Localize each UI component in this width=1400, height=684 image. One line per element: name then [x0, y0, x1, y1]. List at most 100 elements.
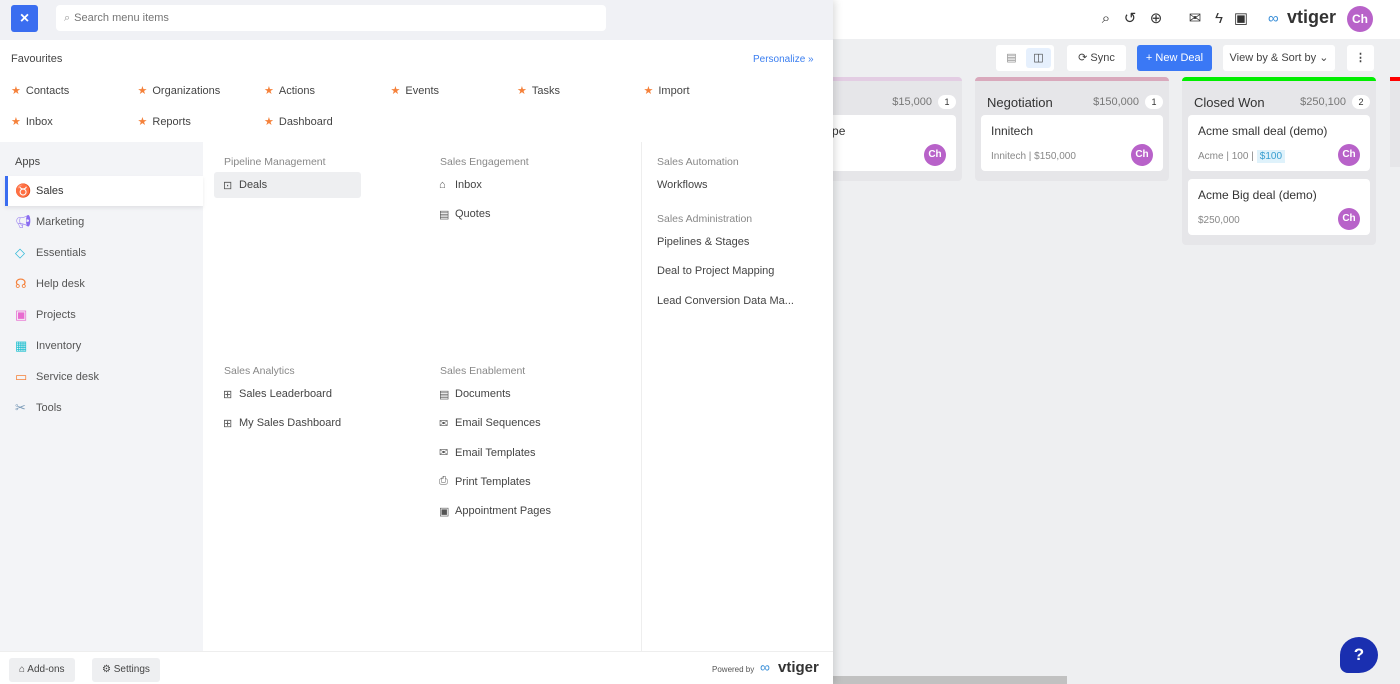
app-item-essentials[interactable]: ◇ Essentials	[5, 238, 203, 268]
owner-avatar[interactable]: Ch	[1338, 144, 1360, 166]
menu-item[interactable]: Workflows	[647, 172, 822, 198]
menu-item[interactable]: Deal to Project Mapping	[647, 258, 822, 284]
history-icon[interactable]: ↺	[1121, 10, 1139, 28]
deal-amount-tag: $100	[1256, 150, 1286, 163]
favourite-item[interactable]: ★ Events	[391, 84, 517, 98]
menu-item[interactable]: ⎙ Print Templates	[430, 469, 605, 495]
settings-button[interactable]: ⚙ Settings	[92, 658, 160, 682]
app-label: Inventory	[36, 340, 82, 352]
owner-avatar[interactable]: Ch	[1131, 144, 1153, 166]
search-menu-input[interactable]	[74, 12, 575, 24]
menu-item[interactable]: ⊡ Deals	[214, 172, 361, 198]
favourite-item[interactable]: ★ Dashboard	[264, 115, 390, 129]
app-item-marketing[interactable]: 📢︎ Marketing	[5, 207, 203, 237]
app-label: Marketing	[36, 216, 85, 228]
deal-card[interactable]: Acme Big deal (demo) $250,000 Ch	[1188, 179, 1370, 235]
app-item-inventory[interactable]: ▦ Inventory	[5, 331, 203, 361]
more-options-icon[interactable]: ⋮	[1347, 45, 1374, 71]
menu-item-label: Appointment Pages	[455, 505, 552, 518]
user-avatar[interactable]: Ch	[1347, 6, 1373, 32]
menu-item-label: Deals	[239, 179, 268, 191]
favourite-item[interactable]: ★ Organizations	[137, 84, 264, 98]
menu-item[interactable]: ✉ Email Sequences	[430, 410, 605, 436]
powered-by-label: Powered by	[712, 665, 755, 674]
deal-meta-text: Innitech | $150,000	[991, 151, 1076, 162]
column-title: Closed Won	[1194, 94, 1265, 110]
menu-item[interactable]: ⊞ My Sales Dashboard	[214, 410, 389, 436]
menu-item[interactable]: ⊞ Sales Leaderboard	[214, 381, 389, 407]
favourite-item[interactable]: ★ Actions	[264, 84, 390, 98]
favourite-label: Dashboard	[278, 115, 333, 128]
favourite-item[interactable]: ★ Tasks	[517, 84, 643, 98]
app-item-tools[interactable]: ✂ Tools	[5, 393, 203, 423]
inbox-icon[interactable]: ✉	[1186, 10, 1204, 28]
app-item-help-desk[interactable]: ☊ Help desk	[5, 269, 203, 299]
list-view-icon[interactable]: ▤	[999, 48, 1024, 68]
search-icon[interactable]: ⌕	[1097, 10, 1115, 28]
star-icon: ★	[137, 85, 148, 97]
tools-icon: ✂	[15, 400, 26, 415]
headset-icon: ☊	[15, 276, 27, 291]
search-icon: ⌕	[64, 11, 71, 24]
sync-button[interactable]: ⟳ Sync	[1067, 45, 1126, 71]
favourite-label: Tasks	[531, 84, 560, 97]
menu-item[interactable]: Lead Conversion Data Ma...	[647, 288, 822, 314]
deal-meta: Innitech | $150,000	[991, 151, 1076, 162]
menu-item-label: Email Templates	[455, 446, 536, 459]
briefcase-icon: ▣	[15, 307, 28, 322]
vtiger-logo-icon: ∞	[760, 659, 770, 675]
inbox-icon: ⌂	[439, 179, 446, 191]
addons-button[interactable]: ⌂ Add-ons	[9, 658, 75, 682]
new-deal-button[interactable]: + New Deal	[1137, 45, 1212, 71]
view-sort-dropdown[interactable]: View by & Sort by ⌄	[1223, 45, 1335, 71]
menu-item[interactable]: ⌂ Inbox	[430, 172, 605, 198]
menu-header: × ⌕	[0, 0, 833, 40]
deal-card[interactable]: Acme small deal (demo) Acme | 100 | $100 Ch	[1188, 115, 1370, 171]
section-title: Sales Enablement	[440, 365, 526, 377]
lightning-icon[interactable]: ϟ	[1210, 10, 1228, 28]
apps-title: Apps	[15, 156, 41, 168]
favourite-item[interactable]: ★ Inbox	[11, 115, 137, 129]
menu-item-label: Print Templates	[455, 475, 531, 488]
column-header: Negotiation $150,000 1	[975, 81, 1169, 115]
briefcase-icon: ⊡	[223, 179, 233, 192]
view-toggle: ▤ ◫	[996, 45, 1054, 71]
personalize-link[interactable]: Personalize »	[753, 54, 814, 65]
favourite-item[interactable]: ★ Import	[644, 84, 770, 98]
menu-item-label: Inbox	[455, 179, 482, 191]
menu-item-label: Pipelines & Stages	[657, 236, 750, 248]
column-count-badge: 2	[1352, 95, 1370, 109]
menu-item[interactable]: Pipelines & Stages	[647, 229, 822, 255]
favourite-item[interactable]: ★ Reports	[138, 115, 264, 129]
menu-item[interactable]: ▤ Documents	[430, 381, 605, 407]
owner-avatar[interactable]: Ch	[924, 144, 946, 166]
owner-avatar[interactable]: Ch	[1338, 208, 1360, 230]
favourite-label: Inbox	[25, 115, 53, 128]
help-icon[interactable]: ?	[1340, 637, 1378, 673]
favourite-label: Actions	[278, 84, 315, 97]
app-label: Essentials	[36, 247, 87, 259]
calendar-icon: ▣	[439, 505, 450, 518]
column-amount: $250,100	[1300, 96, 1346, 108]
app-item-projects[interactable]: ▣ Projects	[5, 300, 203, 330]
section-title: Pipeline Management	[224, 156, 326, 168]
app-item-service-desk[interactable]: ▭ Service desk	[5, 362, 203, 392]
menu-item[interactable]: ✉ Email Templates	[430, 440, 605, 466]
footer-brand-logo: vtiger	[778, 659, 819, 676]
money-bag-icon: ♉	[15, 183, 32, 198]
menu-footer: ⌂ Add-ons ⚙ Settings Powered by ∞ vtiger	[0, 651, 833, 684]
deal-card[interactable]: Innitech Innitech | $150,000 Ch	[981, 115, 1163, 171]
app-label: Projects	[36, 309, 76, 321]
menu-item[interactable]: ▣ Appointment Pages	[430, 498, 605, 524]
menu-item[interactable]: ▤ Quotes	[430, 201, 605, 227]
column-count-badge: 1	[1145, 95, 1163, 109]
kanban-view-icon[interactable]: ◫	[1026, 48, 1051, 68]
app-item-sales[interactable]: ♉ Sales	[5, 176, 203, 206]
document-icon: ▤	[439, 208, 450, 221]
add-circle-icon[interactable]: ⊕	[1147, 10, 1165, 28]
calendar-icon[interactable]: ▣	[1232, 10, 1250, 28]
horizontal-scrollbar[interactable]	[833, 676, 1067, 684]
favourite-item[interactable]: ★ Contacts	[11, 84, 137, 98]
star-icon: ★	[264, 85, 274, 97]
close-menu-button[interactable]: ×	[11, 5, 38, 32]
